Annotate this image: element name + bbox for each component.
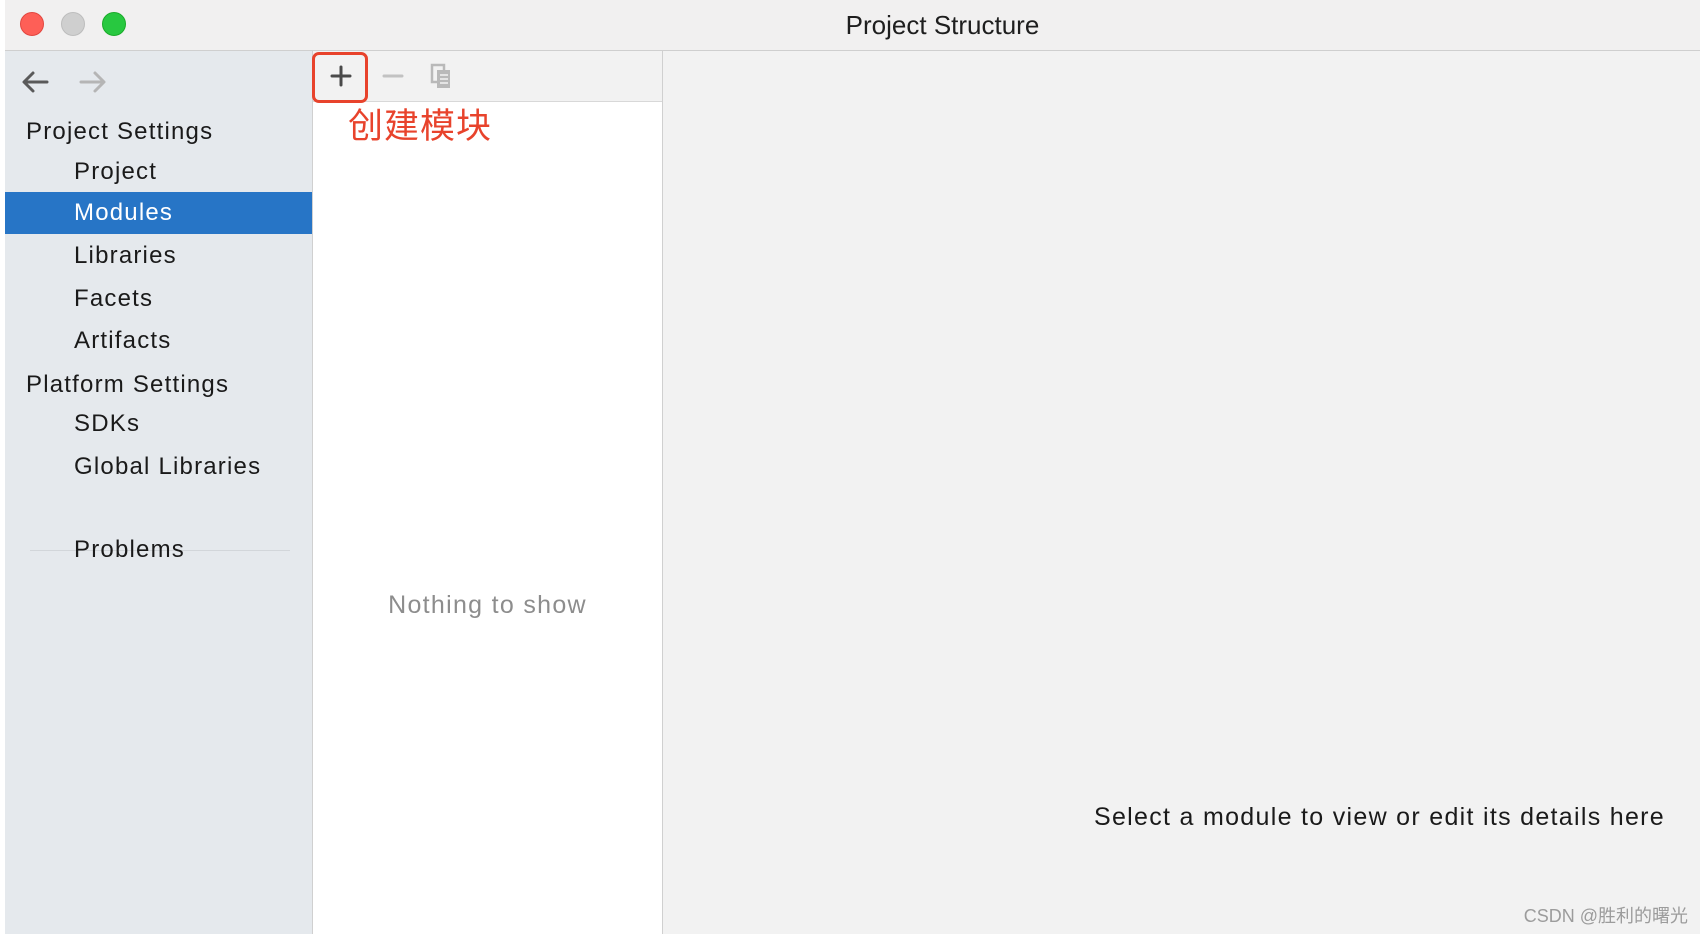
minus-icon[interactable] xyxy=(373,59,413,93)
watermark: CSDN @胜利的曙光 xyxy=(1523,906,1688,926)
copy-icon[interactable] xyxy=(421,59,461,93)
section-project-settings: Project Settings xyxy=(26,118,214,145)
sidebar-item-project[interactable]: Project xyxy=(5,149,312,194)
title-bar: Project Structure xyxy=(5,0,1700,51)
arrow-left-icon[interactable] xyxy=(19,67,53,97)
annotation-highlight-box xyxy=(312,52,368,103)
settings-sidebar: Project Settings Project Modules Librari… xyxy=(5,51,313,934)
sidebar-item-facets[interactable]: Facets xyxy=(5,276,312,321)
sidebar-item-artifacts[interactable]: Artifacts xyxy=(5,318,312,363)
empty-list-message: Nothing to show xyxy=(388,591,587,619)
annotation-label: 创建模块 xyxy=(348,107,493,147)
module-list-panel: Nothing to show xyxy=(313,51,663,934)
sidebar-item-libraries[interactable]: Libraries xyxy=(5,233,312,278)
sidebar-item-problems[interactable]: Problems xyxy=(5,527,312,572)
window-title: Project Structure xyxy=(845,10,1040,40)
sidebar-item-sdks[interactable]: SDKs xyxy=(5,401,312,446)
details-placeholder: Select a module to view or edit its deta… xyxy=(1094,803,1665,831)
project-structure-window: Project Structure Project Settings Proje… xyxy=(5,0,1700,934)
sidebar-item-modules[interactable]: Modules xyxy=(5,192,312,234)
sidebar-item-global-libraries[interactable]: Global Libraries xyxy=(5,444,312,489)
arrow-right-icon[interactable] xyxy=(75,67,109,97)
